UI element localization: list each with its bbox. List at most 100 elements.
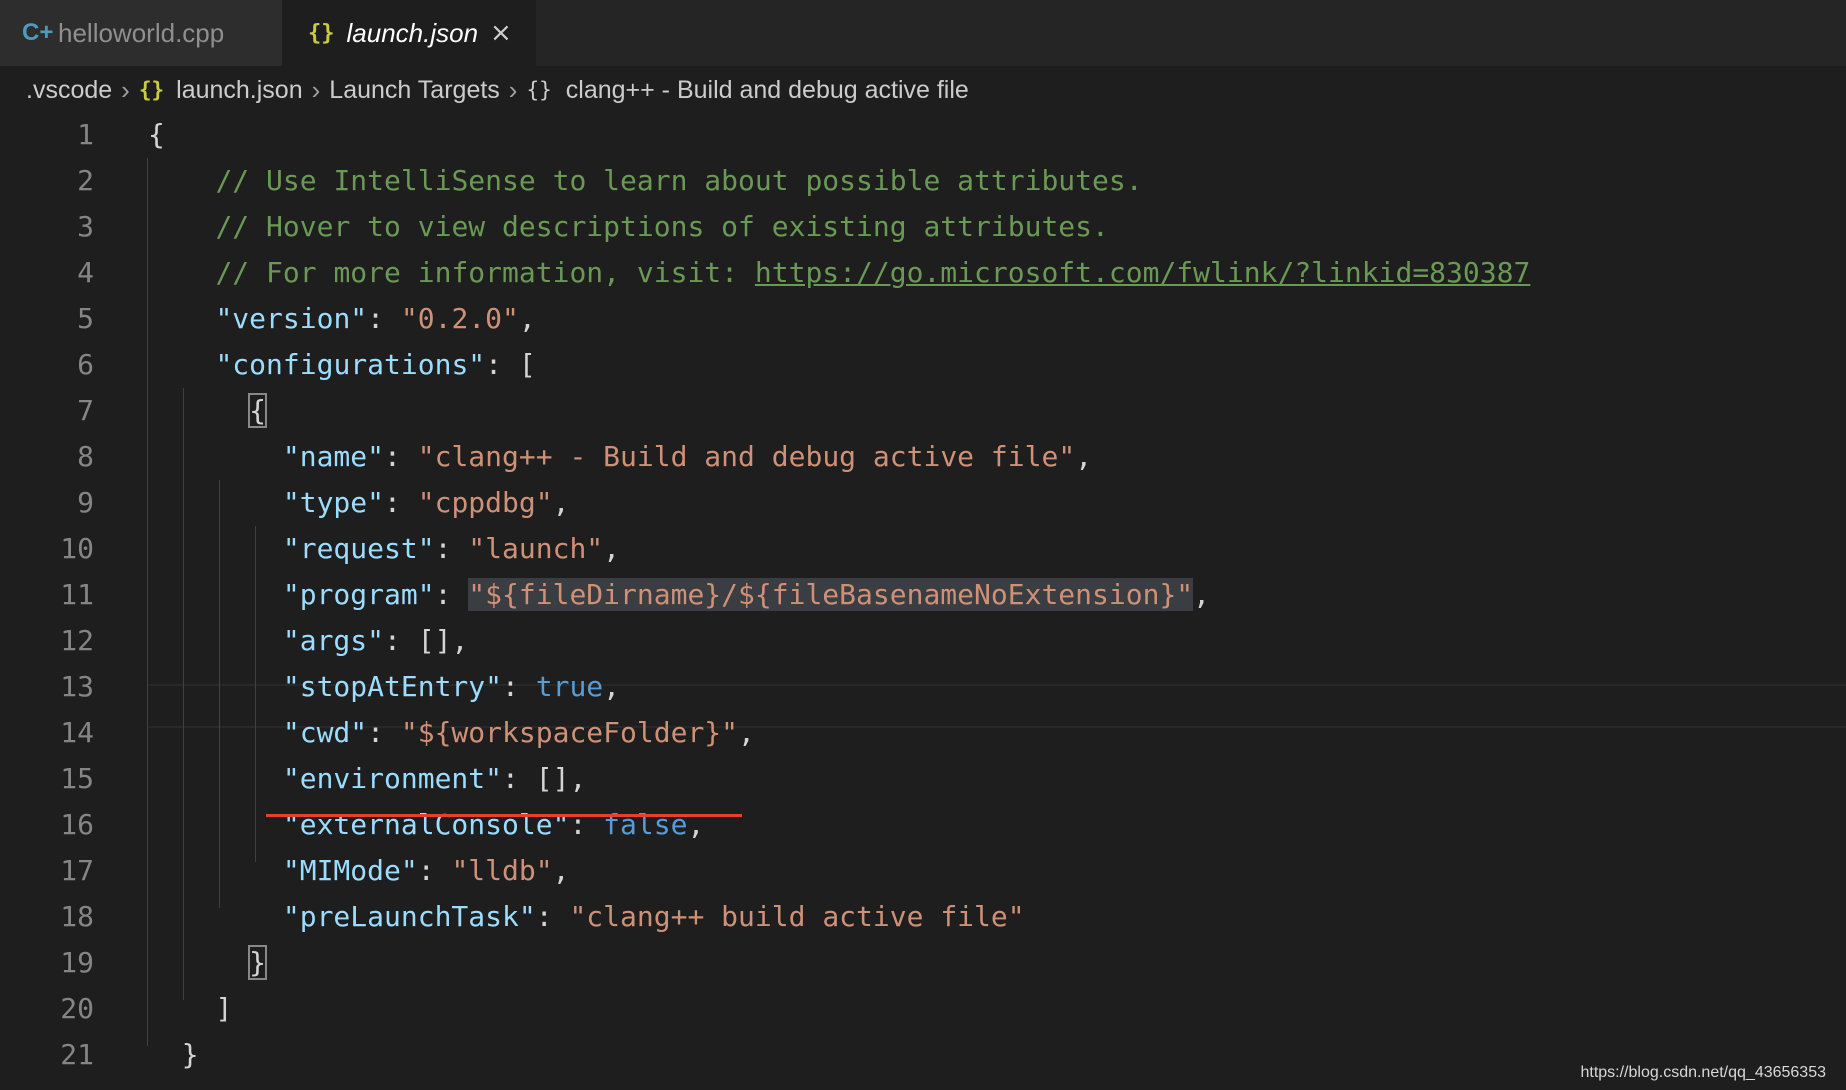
code-line: 18 "preLaunchTask": "clang++ build activ… (0, 894, 1846, 940)
code-line: 17 "MIMode": "lldb", (0, 848, 1846, 894)
watermark: https://blog.csdn.net/qq_43656353 (1580, 1064, 1826, 1081)
code-line: 21 } (0, 1032, 1846, 1078)
json-key: "program" (282, 578, 435, 611)
line-number: 5 (77, 302, 94, 335)
comma: , (603, 532, 621, 565)
colon: : (367, 716, 401, 749)
comma: , (1193, 578, 1211, 611)
close-icon[interactable]: × (490, 18, 512, 48)
code-line: 8 "name": "clang++ - Build and debug act… (0, 434, 1846, 480)
code-line: 2 // Use IntelliSense to learn about pos… (0, 158, 1846, 204)
comma: , (552, 854, 570, 887)
json-array: [] (417, 624, 452, 657)
json-string: "0.2.0" (400, 302, 519, 335)
code-text: ] (148, 986, 232, 1032)
chevron-right-icon: › (121, 74, 130, 105)
comment: // Hover to view descriptions of existin… (215, 210, 1109, 243)
line-number: 20 (60, 992, 94, 1025)
json-array: [] (535, 762, 570, 795)
line-number: 14 (60, 716, 94, 749)
selected-string: "${fileDirname}/${fileBasenameNoExtensio… (468, 578, 1194, 611)
json-key: "MIMode" (282, 854, 418, 887)
breadcrumb-item-launch-targets[interactable]: Launch Targets (329, 76, 500, 105)
code-text: "preLaunchTask": "clang++ build active f… (148, 894, 1025, 940)
code-line-current: 11 "program": "${fileDirname}/${fileBase… (0, 572, 1846, 618)
code-line: 6 "configurations": [ (0, 342, 1846, 388)
comment: // For more information, visit: (215, 256, 755, 289)
comment: // Use IntelliSense to learn about possi… (215, 164, 1143, 197)
breadcrumb-item-vscode[interactable]: .vscode (26, 76, 112, 105)
code-line: 3 // Hover to view descriptions of exist… (0, 204, 1846, 250)
code-text: "program": "${fileDirname}/${fileBasenam… (148, 572, 1210, 618)
matched-brace: } (248, 945, 268, 980)
code-text: { (148, 112, 165, 158)
json-key: "preLaunchTask" (282, 900, 536, 933)
code-line: 19 } (0, 940, 1846, 986)
line-number: 17 (60, 854, 94, 887)
tab-helloworld-cpp[interactable]: C+ helloworld.cpp (0, 0, 282, 66)
code-line: 4 // For more information, visit: https:… (0, 250, 1846, 296)
breadcrumb: .vscode › {} launch.json › Launch Target… (26, 70, 969, 110)
breadcrumb-item-configuration[interactable]: clang++ - Build and debug active file (566, 76, 969, 105)
json-key: "request" (282, 532, 435, 565)
comma: , (687, 808, 705, 841)
json-boolean: true (535, 670, 604, 703)
comment-link[interactable]: https://go.microsoft.com/fwlink/?linkid=… (755, 256, 1530, 289)
code-text: // Hover to view descriptions of existin… (148, 204, 1109, 250)
comma: , (518, 302, 536, 335)
line-number: 6 (77, 348, 94, 381)
colon: : (485, 348, 519, 381)
colon: : (384, 440, 418, 473)
json-key: "environment" (282, 762, 503, 795)
json-string: "lldb" (451, 854, 553, 887)
code-text: "version": "0.2.0", (148, 296, 536, 342)
json-file-icon: {} (138, 78, 165, 102)
bracket: [ (518, 348, 536, 381)
line-number: 10 (60, 532, 94, 565)
code-text: { (148, 388, 268, 434)
code-text: "MIMode": "lldb", (148, 848, 570, 894)
code-text: } (148, 940, 268, 986)
line-number: 12 (60, 624, 94, 657)
code-text: "cwd": "${workspaceFolder}", (148, 710, 755, 756)
code-text: } (148, 1032, 199, 1078)
code-line: 13 "stopAtEntry": true, (0, 664, 1846, 710)
line-number: 2 (77, 164, 94, 197)
comma: , (552, 486, 570, 519)
json-string: "launch" (468, 532, 604, 565)
code-text: "args": [], (148, 618, 468, 664)
bracket: ] (215, 992, 233, 1025)
json-file-icon: {} (308, 20, 335, 46)
code-line: 15 "environment": [], (0, 756, 1846, 802)
matched-brace: { (248, 393, 268, 428)
code-text: "request": "launch", (148, 526, 620, 572)
code-text: "environment": [], (148, 756, 586, 802)
tab-label: launch.json (346, 17, 479, 48)
line-number: 21 (60, 1038, 94, 1071)
code-line: 10 "request": "launch", (0, 526, 1846, 572)
tab-label: helloworld.cpp (58, 17, 225, 48)
colon: : (535, 900, 570, 933)
chevron-right-icon: › (311, 74, 321, 105)
code-text: "type": "cppdbg", (148, 480, 570, 526)
json-string: "cppdbg" (417, 486, 553, 519)
colon: : (384, 624, 418, 657)
error-underline (266, 814, 742, 817)
json-key: "cwd" (282, 716, 368, 749)
tab-launch-json[interactable]: {} launch.json × (282, 0, 536, 66)
line-number: 9 (77, 486, 94, 519)
code-line: 7 { (0, 388, 1846, 434)
breadcrumb-item-launch-json[interactable]: launch.json (176, 76, 302, 105)
line-number: 7 (77, 394, 94, 427)
chevron-right-icon: › (508, 74, 518, 105)
colon: : (569, 808, 604, 841)
line-number: 3 (77, 210, 94, 243)
json-key: "args" (282, 624, 385, 657)
colon: : (384, 486, 418, 519)
json-string: "clang++ build active file" (569, 900, 1025, 933)
json-key: "version" (215, 302, 368, 335)
line-number: 19 (60, 946, 94, 979)
code-editor[interactable]: 1 { 2 // Use IntelliSense to learn about… (0, 112, 1846, 1078)
code-line: 16 "externalConsole": false, (0, 802, 1846, 848)
json-string: "${workspaceFolder}" (400, 716, 739, 749)
